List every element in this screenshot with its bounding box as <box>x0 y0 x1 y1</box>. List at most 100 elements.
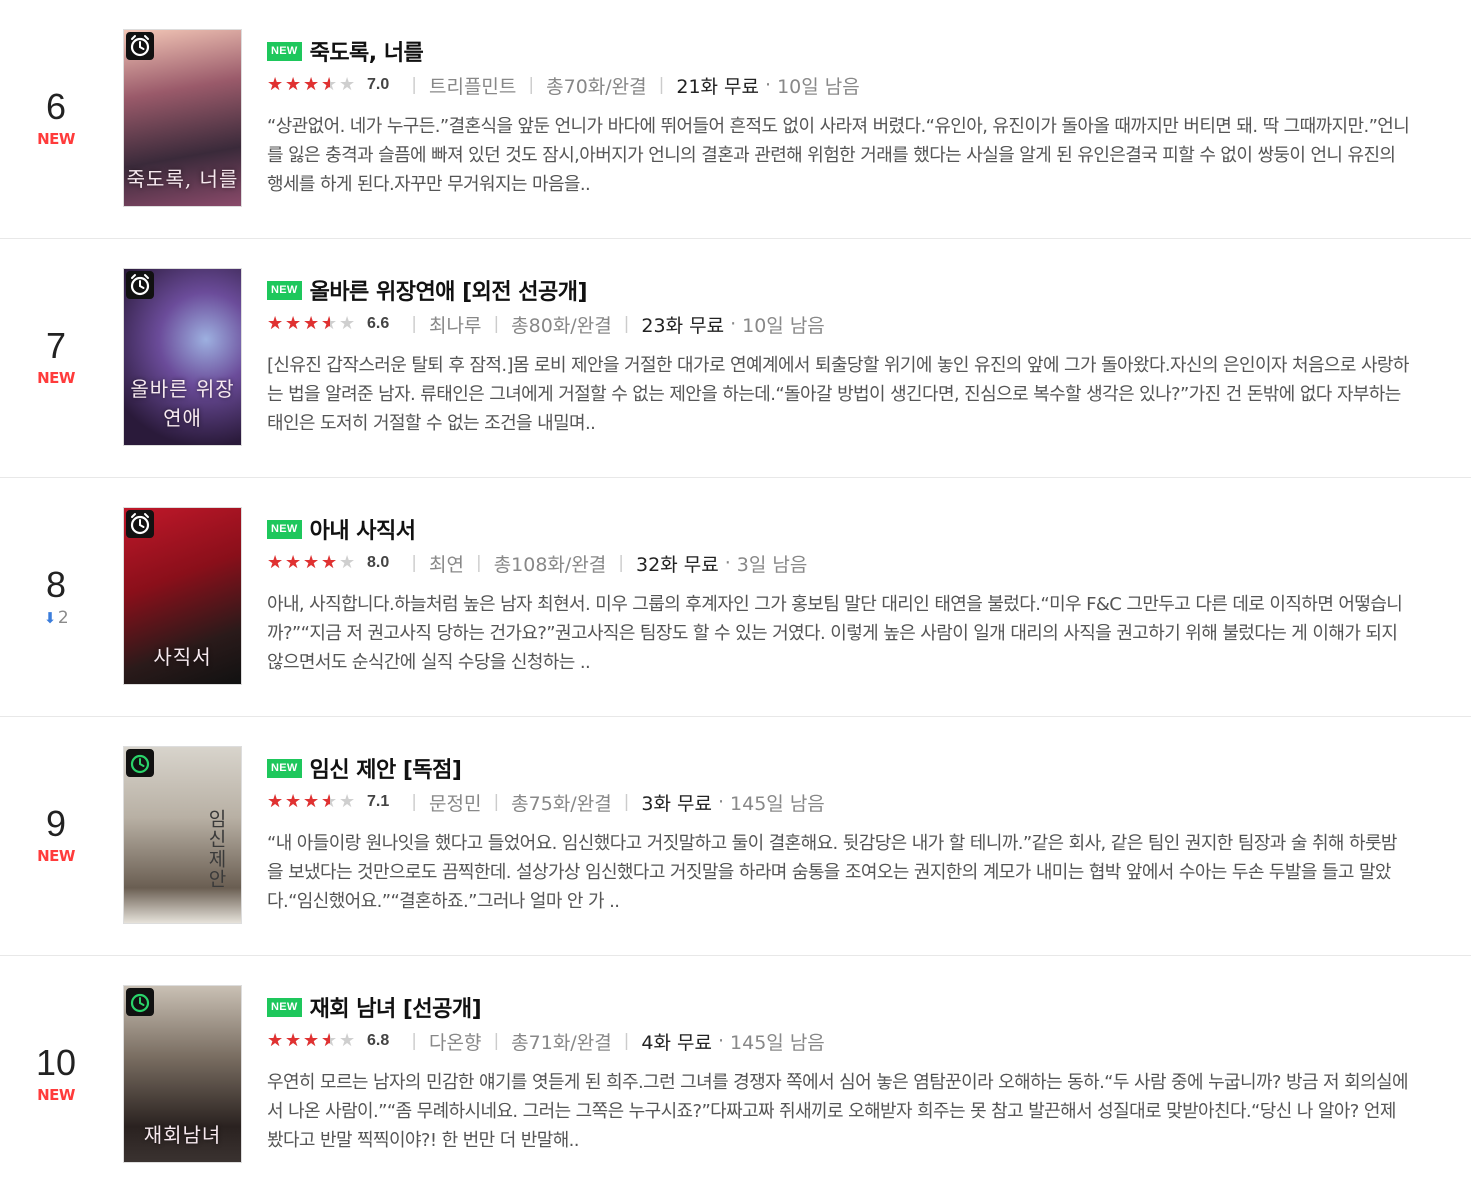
episode-count: 총71화/완결 <box>511 1031 612 1054</box>
star-icon: ★ ★ <box>303 1030 320 1051</box>
description[interactable]: [신유진 갑작스러운 탈퇴 후 잠적.]몸 로비 제안을 거절한 대가로 연예계… <box>267 351 1412 438</box>
star-icon: ★ <box>339 791 356 812</box>
cover-image[interactable]: 재회남녀 <box>123 985 242 1163</box>
star-icon: ★ ★ <box>321 313 338 334</box>
rank: 9 NEW <box>16 803 96 866</box>
score: 7.1 <box>367 793 390 810</box>
description[interactable]: “내 아들이랑 원나잇을 했다고 들었어요. 임신했다고 거짓말하고 둘이 결혼… <box>267 829 1412 916</box>
description[interactable]: 우연히 모르는 남자의 민감한 얘기를 엿듣게 된 희주.그런 그녀를 경쟁자 … <box>267 1068 1412 1155</box>
author[interactable]: 문정민 <box>429 789 481 816</box>
star-fill: ★ <box>321 554 338 572</box>
new-badge: NEW <box>267 997 302 1017</box>
star-fill: ★ <box>321 315 330 333</box>
star-fill: ★ <box>285 315 302 333</box>
dot-separator: · <box>724 552 731 574</box>
divider: | <box>623 1031 630 1051</box>
new-badge: NEW <box>267 758 302 778</box>
rank: 10 NEW <box>16 1044 96 1105</box>
list-item[interactable]: 7 NEW 올바른 위장연애 NEW 올바른 위장연애 [외전 선공개] ★ ★ ★ ★ ★ ★ ★ ★… <box>0 239 1471 478</box>
star-fill: ★ <box>321 76 330 94</box>
meta-row: ★ ★ ★ ★ ★ ★ ★ ★ ★ 7.0 | 트리플민트 | 총70화/완결 | 21화 무료 · 10일 남음 <box>267 68 1417 102</box>
divider: | <box>475 553 482 573</box>
cover-image[interactable]: 임신제안 <box>123 746 242 924</box>
cover-title: 재회남녀 <box>143 1123 222 1147</box>
cover-title: 죽도록, 너를 <box>126 167 239 191</box>
star-icon: ★ ★ <box>267 1030 284 1051</box>
divider: | <box>411 1031 417 1051</box>
score: 6.6 <box>367 315 390 332</box>
star-fill: ★ <box>303 315 320 333</box>
cover-title: 임신제안 <box>205 809 227 889</box>
title-row: NEW 재회 남녀 [선공개] <box>267 992 1417 1022</box>
divider: | <box>493 314 500 334</box>
description[interactable]: 아내, 사직합니다.하늘처럼 높은 남자 최현서. 미우 그룹의 후계자인 그가… <box>267 590 1412 677</box>
days-remaining: 10일 남음 <box>777 75 860 98</box>
cover-title: 사직서 <box>153 645 212 669</box>
score: 6.8 <box>367 1032 390 1049</box>
star-icon: ★ ★ <box>303 74 320 95</box>
divider: | <box>623 314 630 334</box>
rank-change: ⬇ 2 <box>16 608 96 628</box>
divider: | <box>493 1031 500 1051</box>
item-info: NEW 죽도록, 너를 ★ ★ ★ ★ ★ ★ ★ ★ ★ 7.0 | 트리플민트 | 총70화/완결 | 21화… <box>267 36 1417 199</box>
star-icon: ★ ★ <box>267 791 284 812</box>
days-remaining: 145일 남음 <box>730 792 825 815</box>
description[interactable]: “상관없어. 네가 누구든.”결혼식을 앞둔 언니가 바다에 뛰어들어 흔적도 … <box>267 112 1412 199</box>
star-icon: ★ ★ <box>321 552 338 573</box>
star-icon: ★ ★ <box>267 74 284 95</box>
item-title[interactable]: 아내 사직서 <box>310 513 416 545</box>
rank: 7 NEW <box>16 325 96 388</box>
free-episodes: 32화 무료 <box>636 553 719 576</box>
rating-stars: ★ ★ ★ ★ ★ ★ ★ ★ ★ <box>267 76 357 94</box>
cover-image[interactable]: 올바른 위장연애 <box>123 268 242 446</box>
rank-number: 9 <box>45 803 67 844</box>
star-icon: ★ ★ <box>285 1030 302 1051</box>
cover-title: 올바른 위장연애 <box>130 377 235 430</box>
new-badge: NEW <box>267 41 302 61</box>
star-fill: ★ <box>267 315 284 333</box>
star-icon: ★ ★ <box>267 552 284 573</box>
item-title[interactable]: 죽도록, 너를 <box>310 35 424 67</box>
star-fill: ★ <box>303 1032 320 1050</box>
list-item[interactable]: 6 NEW 죽도록, 너를 NEW 죽도록, 너를 ★ ★ ★ ★ ★ ★ ★ ★ ★ 7.0 | 트리플민트 |… <box>0 0 1471 239</box>
star-fill: ★ <box>321 1032 330 1050</box>
author[interactable]: 최연 <box>429 550 464 577</box>
new-badge: NEW <box>267 280 302 300</box>
score: 7.0 <box>367 76 390 93</box>
title-row: NEW 올바른 위장연애 [외전 선공개] <box>267 275 1417 305</box>
list-item[interactable]: 10 NEW 재회남녀 NEW 재회 남녀 [선공개] ★ ★ ★ ★ ★ ★ ★ ★ ★ 6.8 | 다온향 |… <box>0 956 1471 1195</box>
author[interactable]: 트리플민트 <box>429 72 516 99</box>
item-info: NEW 아내 사직서 ★ ★ ★ ★ ★ ★ ★ ★ ★ 8.0 | 최연 | 총108화/완결 | 32화 무료… <box>267 514 1417 677</box>
divider: | <box>623 792 630 812</box>
star-fill: ★ <box>303 554 320 572</box>
star-icon: ★ <box>339 552 356 573</box>
title-row: NEW 아내 사직서 <box>267 514 1417 544</box>
list-item[interactable]: 8 ⬇ 2 사직서 NEW 아내 사직서 ★ ★ ★ ★ ★ ★ ★ ★ ★ 8.0 | 최연 | 총108화/완결 |… <box>0 478 1471 717</box>
divider: | <box>411 314 417 334</box>
item-title[interactable]: 임신 제안 [독점] <box>310 752 462 784</box>
item-title[interactable]: 올바른 위장연애 [외전 선공개] <box>310 274 588 306</box>
star-icon: ★ ★ <box>285 552 302 573</box>
rank: 6 NEW <box>16 86 96 149</box>
rank-change: NEW <box>37 130 75 148</box>
star-icon: ★ ★ <box>285 313 302 334</box>
item-info: NEW 임신 제안 [독점] ★ ★ ★ ★ ★ ★ ★ ★ ★ 7.1 | 문정민 | 총75화/완결 | 3화… <box>267 753 1417 916</box>
rank-number: 7 <box>45 325 67 366</box>
list-item[interactable]: 9 NEW 임신제안 NEW 임신 제안 [독점] ★ ★ ★ ★ ★ ★ ★ ★ ★ 7.1 | 문정민 | 총7… <box>0 717 1471 956</box>
free-episodes: 23화 무료 <box>641 314 725 337</box>
rank-number: 6 <box>45 86 67 127</box>
item-title[interactable]: 재회 남녀 [선공개] <box>310 991 482 1023</box>
author[interactable]: 다온향 <box>429 1028 481 1055</box>
days-remaining: 145일 남음 <box>730 1031 825 1054</box>
ranking-list: 6 NEW 죽도록, 너를 NEW 죽도록, 너를 ★ ★ ★ ★ ★ ★ ★ ★ ★ 7.0 | 트리플민트 |… <box>0 0 1471 1195</box>
free-episodes: 3화 무료 <box>641 792 712 815</box>
episode-count: 총108화/완결 <box>493 553 607 576</box>
star-fill: ★ <box>303 76 320 94</box>
divider: | <box>411 75 417 95</box>
cover-image[interactable]: 죽도록, 너를 <box>123 29 242 207</box>
star-icon: ★ <box>339 74 356 95</box>
cover-image[interactable]: 사직서 <box>123 507 242 685</box>
title-row: NEW 죽도록, 너를 <box>267 36 1417 66</box>
days-remaining: 3일 남음 <box>736 553 808 576</box>
author[interactable]: 최나루 <box>429 311 481 338</box>
